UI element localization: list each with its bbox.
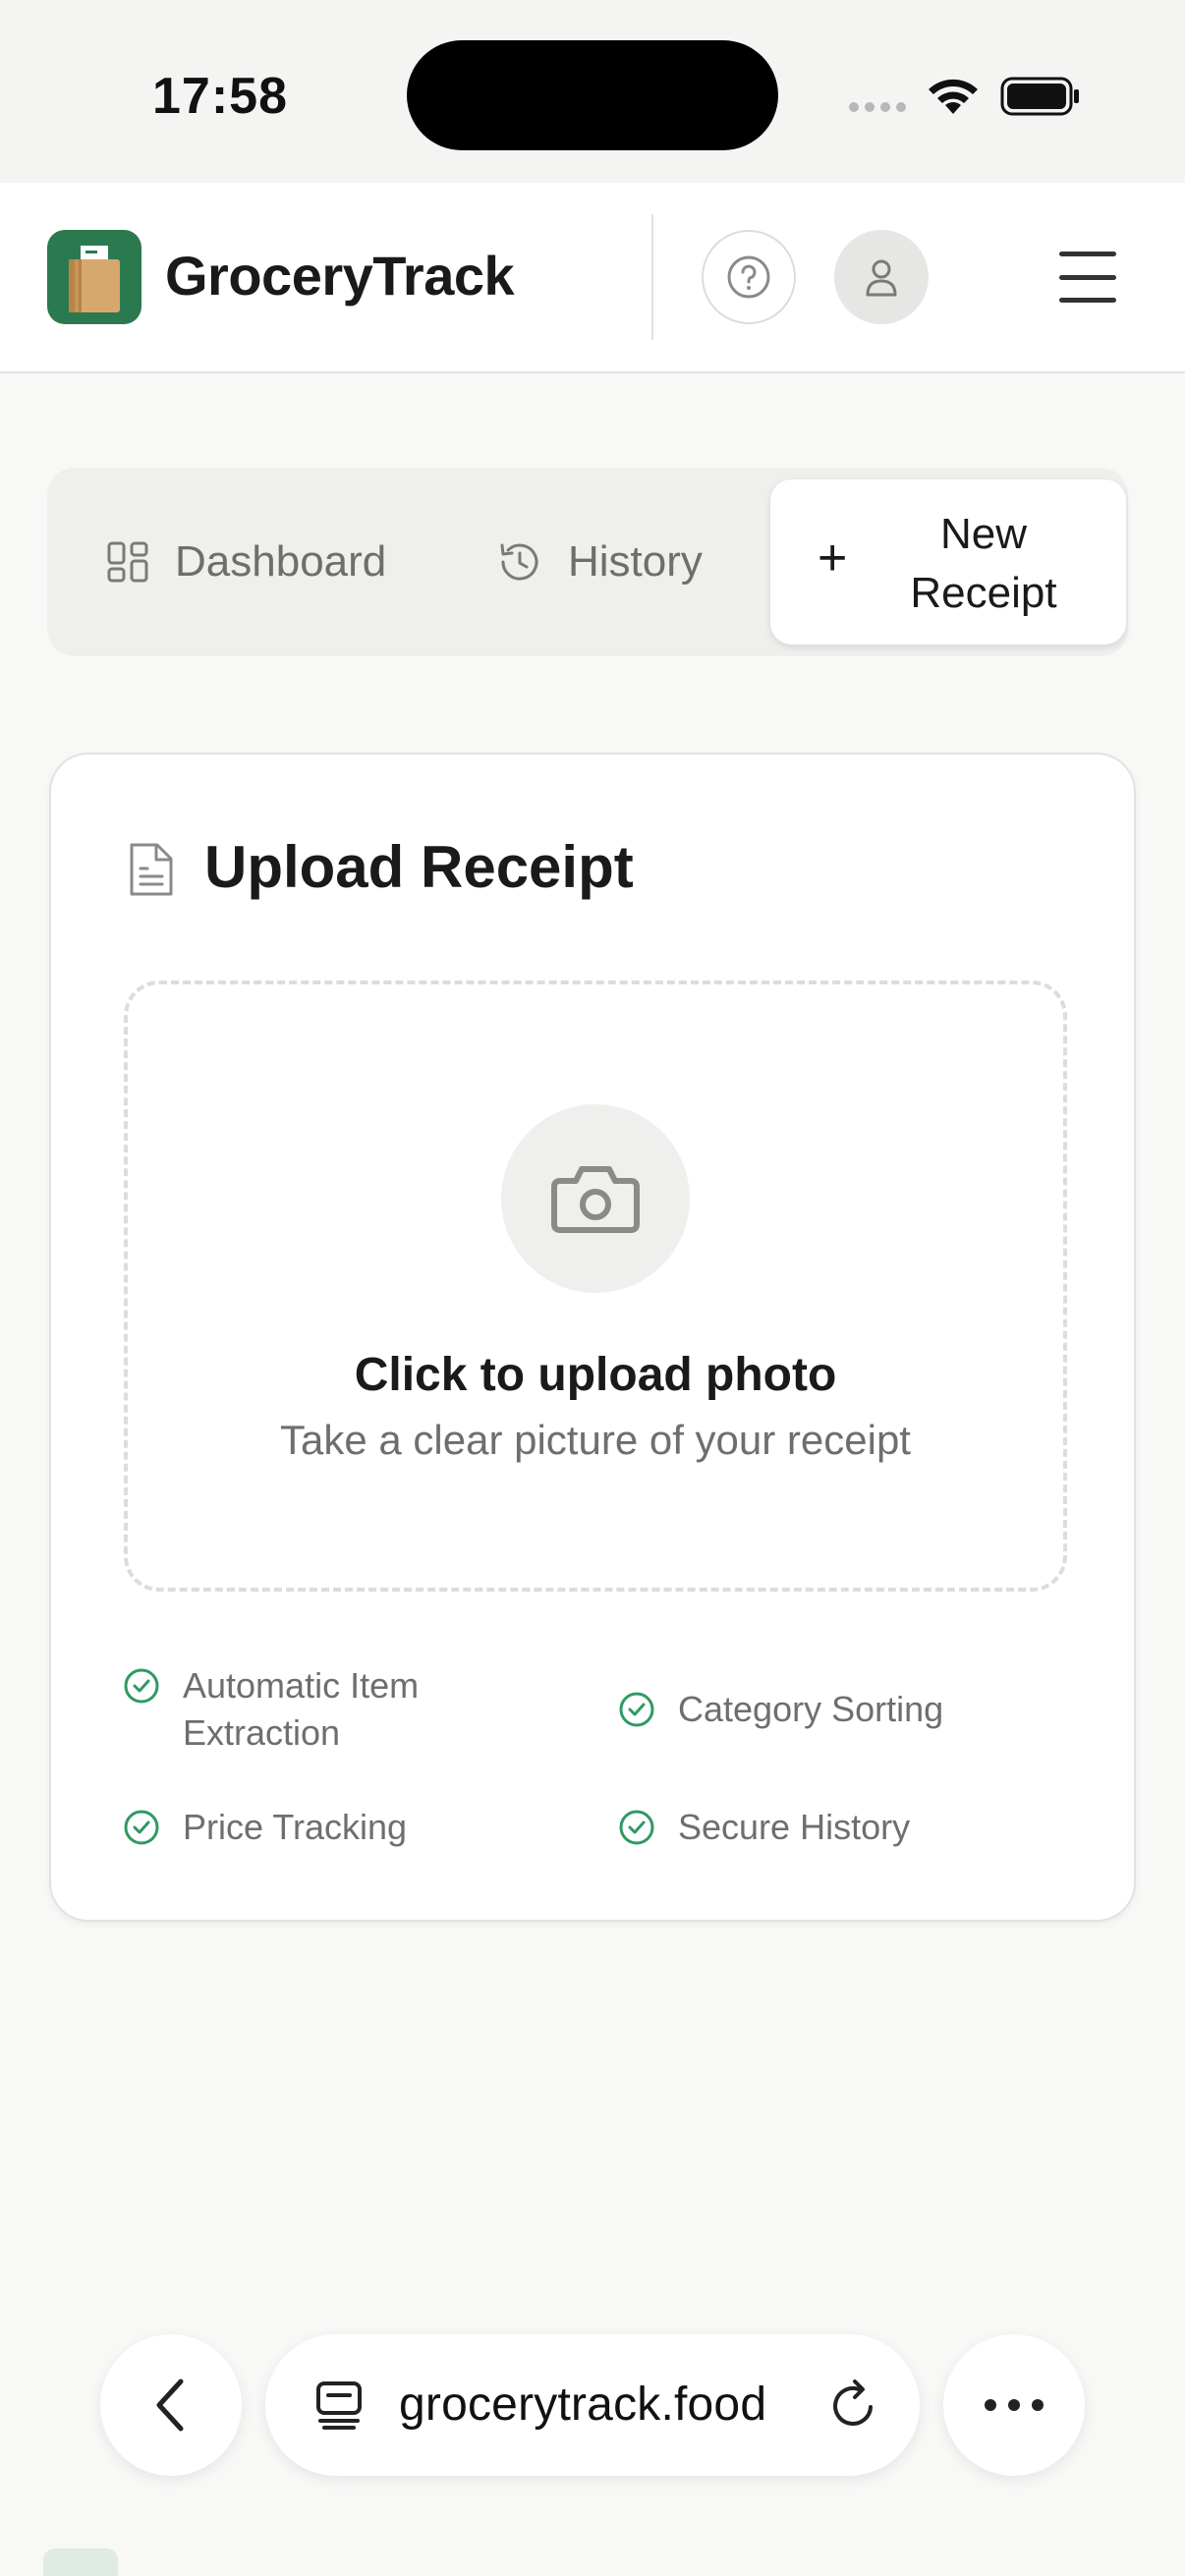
feature-label: Price Tracking — [183, 1807, 408, 1847]
background-logo-ghost — [43, 2548, 118, 2576]
chevron-left-icon — [156, 2379, 184, 2432]
header-divider — [651, 214, 653, 340]
tab-history-label: History — [568, 537, 703, 586]
ellipsis-icon — [985, 2399, 1044, 2411]
plus-icon: + — [818, 530, 848, 587]
feature-item: Secure History — [617, 1804, 910, 1851]
browser-back-button[interactable] — [100, 2334, 242, 2476]
dashboard-grid-icon — [107, 541, 148, 583]
check-circle-icon — [619, 1810, 654, 1845]
address-bar[interactable]: grocerytrack.food — [265, 2334, 920, 2476]
feature-item: Category Sorting — [617, 1686, 943, 1733]
check-circle-icon — [619, 1692, 654, 1727]
cellular-signal-icon — [849, 102, 906, 112]
upload-title: Click to upload photo — [354, 1349, 837, 1401]
tab-new-receipt[interactable]: + New Receipt — [770, 479, 1126, 644]
tab-dashboard[interactable]: Dashboard — [106, 479, 386, 644]
reload-icon[interactable] — [827, 2378, 880, 2433]
tabs-icon — [316, 2381, 362, 2430]
brand-name: GroceryTrack — [165, 245, 515, 307]
camera-icon — [551, 1166, 640, 1233]
check-circle-icon — [124, 1810, 159, 1845]
hamburger-menu-icon[interactable] — [1059, 252, 1116, 303]
dynamic-island — [407, 40, 778, 150]
grocery-bag-icon — [69, 246, 120, 312]
photo-upload-dropzone[interactable]: Click to upload photo Take a clear pictu… — [124, 980, 1067, 1592]
grocerytrack-logo[interactable] — [47, 230, 141, 324]
feature-label: Automatic Item Extraction — [183, 1665, 420, 1753]
status-bar: 17:58 — [0, 0, 1185, 183]
upload-subtitle: Take a clear picture of your receipt — [280, 1417, 911, 1463]
feature-item: Automatic Item Extraction — [122, 1662, 495, 1757]
url-text: grocerytrack.food — [399, 2379, 767, 2431]
card-title: Upload Receipt — [204, 834, 634, 900]
tab-history[interactable]: History — [497, 479, 703, 644]
user-icon — [866, 259, 897, 297]
feature-label: Category Sorting — [678, 1689, 944, 1729]
more-options-button[interactable] — [943, 2334, 1085, 2476]
feature-label: Secure History — [678, 1807, 911, 1847]
feature-item: Price Tracking — [122, 1804, 407, 1851]
tab-new-receipt-label: New Receipt — [910, 510, 1057, 617]
wifi-icon — [929, 79, 978, 114]
help-icon — [727, 255, 770, 299]
app-header: GroceryTrack — [0, 183, 1185, 373]
document-icon — [130, 843, 173, 896]
battery-icon — [1000, 77, 1079, 116]
history-clock-icon — [500, 543, 538, 581]
nav-tabs: Dashboard History + New Receipt — [47, 468, 1128, 656]
help-button[interactable] — [702, 230, 796, 324]
tab-dashboard-label: Dashboard — [175, 537, 387, 586]
check-circle-icon — [124, 1668, 159, 1704]
profile-button[interactable] — [834, 230, 929, 324]
status-time: 17:58 — [152, 68, 288, 125]
camera-button[interactable] — [501, 1104, 690, 1293]
upload-receipt-card: Upload Receipt Click to upload photo Tak… — [49, 753, 1136, 1922]
